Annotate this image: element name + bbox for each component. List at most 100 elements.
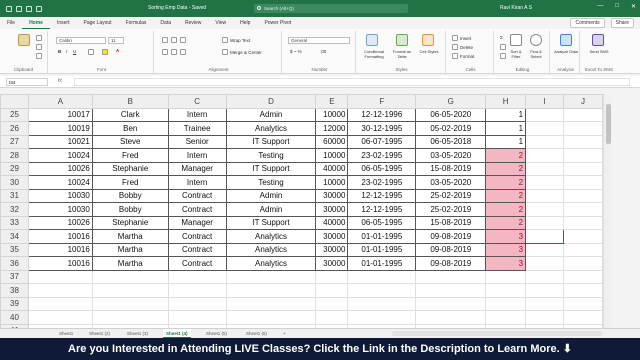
align-middle-icon[interactable] xyxy=(171,37,177,43)
cell-i40[interactable] xyxy=(525,310,565,325)
send-sms-button[interactable]: Send SMS xyxy=(586,49,612,54)
cell-a33[interactable]: 10026 xyxy=(27,215,93,230)
sheet-tab-4[interactable]: Sheet1 (4) xyxy=(163,329,191,338)
cell-i29[interactable] xyxy=(525,161,565,176)
sheet-tab-1[interactable]: Sheet1 xyxy=(56,329,76,338)
cell-e35[interactable]: 30000 xyxy=(315,242,349,257)
cell-e37[interactable] xyxy=(315,269,349,284)
fill-icon[interactable] xyxy=(500,44,506,50)
row-header[interactable]: 25 xyxy=(0,107,29,122)
cell-c31[interactable]: Contract xyxy=(167,188,227,203)
format-cells-button[interactable]: Format xyxy=(460,54,474,59)
save-icon[interactable] xyxy=(16,5,22,12)
row-header[interactable]: 32 xyxy=(0,202,29,217)
cell-c27[interactable]: Senior xyxy=(167,134,227,149)
format-as-table-icon[interactable] xyxy=(396,34,408,46)
cell-b25[interactable]: Clark xyxy=(91,107,169,122)
font-name-select[interactable]: Calibri xyxy=(56,37,106,44)
cell-g40[interactable] xyxy=(415,310,487,325)
delete-cells-button[interactable]: Delete xyxy=(460,45,473,50)
tab-page-layout[interactable]: Page Layout xyxy=(76,17,118,29)
cell-b39[interactable] xyxy=(91,296,169,311)
cell-d31[interactable]: Admin xyxy=(225,188,317,203)
cell-table[interactable]: ABCDEFGHIJ 25 10017 Clark Intern Admin 10000 1… xyxy=(0,94,603,328)
cell-h25[interactable]: 1 xyxy=(485,107,527,122)
minimize-button[interactable]: — xyxy=(597,3,603,10)
cell-d30[interactable]: Testing xyxy=(225,175,317,190)
cell-j36[interactable] xyxy=(563,256,603,271)
cell-h34[interactable]: 3 xyxy=(485,229,527,244)
share-button[interactable]: Share xyxy=(610,18,634,28)
cell-c25[interactable]: Intern xyxy=(167,107,227,122)
cell-c39[interactable] xyxy=(167,296,227,311)
cell-d40[interactable] xyxy=(225,310,317,325)
cell-d32[interactable]: Admin xyxy=(225,202,317,217)
cell-i39[interactable] xyxy=(525,296,565,311)
cell-f37[interactable] xyxy=(347,269,417,284)
cell-b27[interactable]: Steve xyxy=(91,134,169,149)
cell-j25[interactable] xyxy=(563,107,603,122)
cell-j29[interactable] xyxy=(563,161,603,176)
cell-a32[interactable]: 10030 xyxy=(27,202,93,217)
column-header-b[interactable]: B xyxy=(91,94,169,109)
cell-a25[interactable]: 10017 xyxy=(27,107,93,122)
format-cells-icon[interactable] xyxy=(452,53,458,59)
sheet-tab-5[interactable]: Sheet1 (5) xyxy=(203,329,230,338)
number-format-select[interactable]: General xyxy=(288,37,350,44)
cell-g35[interactable]: 09-08-2019 xyxy=(415,242,487,257)
align-left-icon[interactable] xyxy=(162,49,168,55)
cell-e40[interactable] xyxy=(315,310,349,325)
cell-j28[interactable] xyxy=(563,148,603,163)
tab-help[interactable]: Help xyxy=(233,17,257,29)
cell-d27[interactable]: IT Support xyxy=(225,134,317,149)
font-size-select[interactable]: 11 xyxy=(108,37,124,44)
search-box[interactable]: Search (Alt+Q) xyxy=(254,4,408,13)
cell-h33[interactable]: 2 xyxy=(485,215,527,230)
cell-i33[interactable] xyxy=(525,215,565,230)
row-header[interactable]: 34 xyxy=(0,229,29,244)
clear-icon[interactable] xyxy=(500,53,506,59)
cell-g30[interactable]: 03-05-2020 xyxy=(415,175,487,190)
fx-icon[interactable]: fx xyxy=(58,78,62,84)
cell-d37[interactable] xyxy=(225,269,317,284)
align-top-icon[interactable] xyxy=(162,37,168,43)
cell-f29[interactable]: 06-05-1995 xyxy=(347,161,417,176)
cell-a31[interactable]: 10030 xyxy=(27,188,93,203)
tab-insert[interactable]: Insert xyxy=(50,17,77,29)
tab-view[interactable]: View xyxy=(208,17,233,29)
row-header[interactable]: 35 xyxy=(0,242,29,257)
bold-icon[interactable]: B xyxy=(58,49,61,54)
cell-i34[interactable] xyxy=(525,229,565,244)
name-box[interactable]: I34 xyxy=(6,78,48,86)
cell-c32[interactable]: Contract xyxy=(167,202,227,217)
cell-b33[interactable]: Stephanie xyxy=(91,215,169,230)
cell-a39[interactable] xyxy=(27,296,93,311)
cell-g34[interactable]: 09-08-2019 xyxy=(415,229,487,244)
align-center-icon[interactable] xyxy=(171,49,177,55)
cell-d38[interactable] xyxy=(225,283,317,298)
cell-j31[interactable] xyxy=(563,188,603,203)
cell-g27[interactable]: 06-05-2018 xyxy=(415,134,487,149)
cell-h35[interactable]: 3 xyxy=(485,242,527,257)
cell-f25[interactable]: 12-12-1996 xyxy=(347,107,417,122)
cell-h28[interactable]: 2 xyxy=(485,148,527,163)
column-header-e[interactable]: E xyxy=(315,94,349,109)
redo-icon[interactable] xyxy=(36,5,42,12)
row-header[interactable]: 38 xyxy=(0,283,29,298)
paste-icon[interactable] xyxy=(18,34,30,46)
cell-a36[interactable]: 10016 xyxy=(27,256,93,271)
cell-i32[interactable] xyxy=(525,202,565,217)
column-header-h[interactable]: H xyxy=(485,94,527,109)
cell-g26[interactable]: 05-02-2019 xyxy=(415,121,487,136)
fill-color-icon[interactable] xyxy=(102,49,108,55)
cell-b31[interactable]: Bobby xyxy=(91,188,169,203)
cell-i30[interactable] xyxy=(525,175,565,190)
cell-j39[interactable] xyxy=(563,296,603,311)
add-sheet-icon[interactable]: + xyxy=(280,329,289,338)
cell-j27[interactable] xyxy=(563,134,603,149)
cell-j30[interactable] xyxy=(563,175,603,190)
cell-e38[interactable] xyxy=(315,283,349,298)
cell-g29[interactable]: 15-08-2019 xyxy=(415,161,487,176)
cell-b29[interactable]: Stephanie xyxy=(91,161,169,176)
cell-c29[interactable]: Manager xyxy=(167,161,227,176)
